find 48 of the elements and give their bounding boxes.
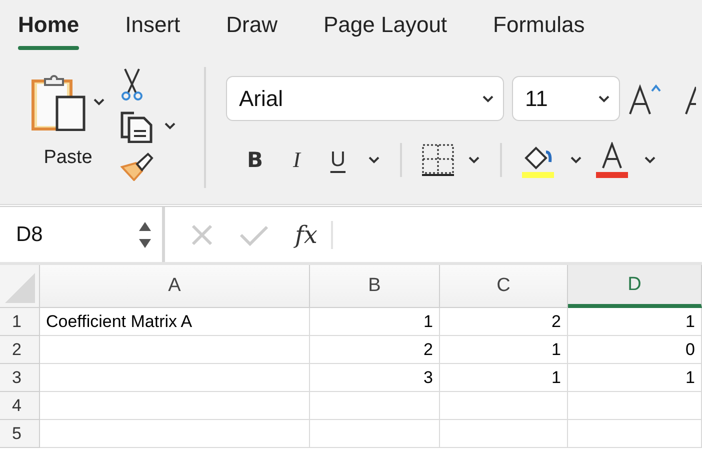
clipboard-icon[interactable] xyxy=(31,73,87,131)
font-color-icon[interactable] xyxy=(596,142,630,178)
column-header[interactable]: A xyxy=(40,265,310,308)
ribbon-tab[interactable]: Formulas xyxy=(493,0,585,55)
paste-button[interactable]: Paste xyxy=(44,147,92,169)
insert-function-button[interactable]: fx xyxy=(295,220,318,248)
copy-icon[interactable] xyxy=(120,109,154,143)
table-cell: 1 xyxy=(440,336,568,364)
table-cell: 1 xyxy=(440,364,568,392)
paintbrush-icon[interactable] xyxy=(120,151,154,181)
table-cell: 2 xyxy=(440,308,568,336)
ribbon-tab[interactable]: Insert xyxy=(125,0,180,55)
table-cell: 1 xyxy=(568,364,702,392)
chevron-icon[interactable] xyxy=(598,94,610,102)
italic-button[interactable]: I xyxy=(285,147,308,173)
column-header[interactable]: D xyxy=(568,265,702,308)
table-cell: 1 xyxy=(310,308,440,336)
table-cell: Coefficient Matrix A xyxy=(40,308,310,336)
column-header[interactable]: C xyxy=(440,265,568,308)
ribbon-tab[interactable]: Home xyxy=(18,0,80,55)
table-cell: 2 xyxy=(310,336,440,364)
font-name-dropdown[interactable]: Arial xyxy=(226,76,504,121)
table-cell: 0 xyxy=(568,336,702,364)
underline-button[interactable]: U xyxy=(322,148,354,172)
borders-icon[interactable] xyxy=(422,144,454,176)
table-cell: 1 xyxy=(568,308,702,336)
chevron-icon[interactable] xyxy=(570,156,582,164)
checkmark-icon[interactable] xyxy=(239,224,269,246)
table-cell: 3 xyxy=(310,364,440,392)
bold-button[interactable]: B xyxy=(239,148,272,172)
chevron-icon[interactable] xyxy=(368,156,380,164)
row-header[interactable]: 5 xyxy=(0,420,40,448)
row-header[interactable]: 1 xyxy=(0,308,40,336)
scissors-icon[interactable] xyxy=(120,67,144,101)
chevron-icon[interactable] xyxy=(93,98,105,106)
ribbon-tab[interactable]: Page Layout xyxy=(324,0,448,55)
ribbon-tab[interactable]: Draw xyxy=(226,0,278,55)
chevron-icon[interactable] xyxy=(468,156,480,164)
row-header[interactable]: 4 xyxy=(0,392,40,420)
row-header[interactable]: 3 xyxy=(0,364,40,392)
name-box[interactable]: D8 xyxy=(0,207,165,262)
font-size-dropdown[interactable]: 11 xyxy=(512,76,620,121)
column-header[interactable]: B xyxy=(310,265,440,308)
spinner-arrows-icon[interactable] xyxy=(138,220,152,250)
chevron-icon[interactable] xyxy=(482,94,494,102)
chevron-icon[interactable] xyxy=(644,156,656,164)
chevron-icon[interactable] xyxy=(164,122,176,130)
row-header[interactable]: 2 xyxy=(0,336,40,364)
